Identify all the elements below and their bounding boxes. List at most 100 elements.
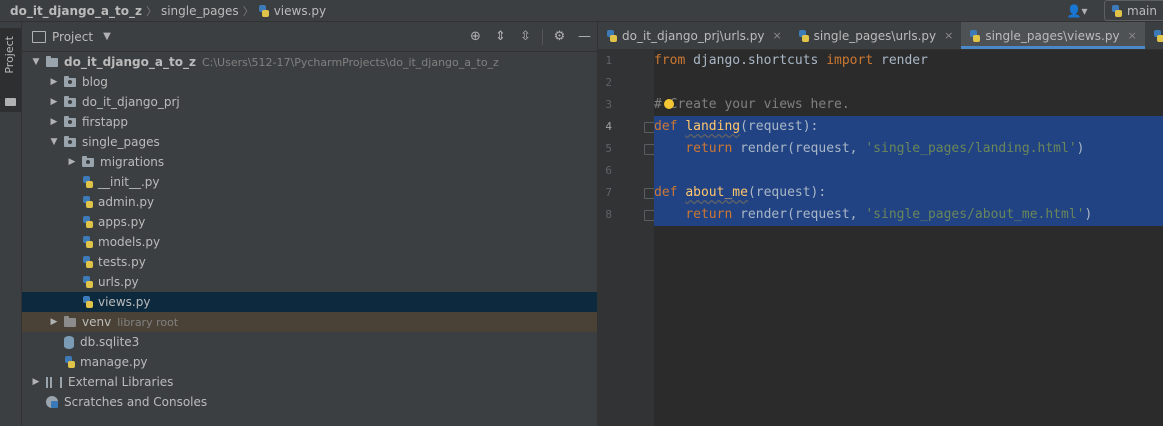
- toolbar-right: 👤▾ main: [1062, 0, 1163, 21]
- python-file-icon: [82, 176, 94, 188]
- tree-item[interactable]: Scratches and Consoles: [22, 392, 605, 412]
- python-file-icon: [82, 216, 94, 228]
- code-area[interactable]: from django.shortcuts import render # Cr…: [654, 50, 1163, 426]
- tree-item[interactable]: admin.py: [22, 192, 641, 212]
- tree-item[interactable]: db.sqlite3: [22, 332, 623, 352]
- chevron-down-icon[interactable]: ▼: [48, 137, 60, 147]
- hide-icon[interactable]: —: [572, 29, 597, 44]
- lightbulb-icon[interactable]: [664, 99, 674, 109]
- folder-icon: [64, 315, 76, 327]
- editor-tab-label: single_pages\urls.py: [813, 28, 937, 43]
- code-line-3[interactable]: # Create your views here.: [654, 94, 850, 116]
- line-number: 7: [605, 186, 612, 199]
- tree-item[interactable]: ▼ single_pages: [22, 132, 623, 152]
- close-icon[interactable]: ×: [944, 29, 953, 42]
- chevron-down-icon[interactable]: ▼: [103, 31, 111, 42]
- tree-item[interactable]: ▶ blog: [22, 72, 623, 92]
- package-folder-icon: [64, 135, 76, 147]
- chevron-right-icon[interactable]: ▶: [48, 97, 60, 107]
- navigation-bar: do_it_django_a_to_z 〉 single_pages 〉 vie…: [0, 0, 1163, 22]
- function-name: landing: [685, 119, 741, 134]
- breadcrumb-separator-icon: 〉: [242, 4, 254, 18]
- tree-item-label: tests.py: [98, 255, 146, 269]
- module-name: django.shortcuts: [685, 53, 827, 68]
- tree-item[interactable]: __init__.py: [22, 172, 641, 192]
- tree-item[interactable]: ▶ do_it_django_prj: [22, 92, 623, 112]
- chevron-right-icon[interactable]: ▶: [48, 77, 60, 87]
- tree-item[interactable]: ▶ migrations: [22, 152, 641, 172]
- library-icon: [46, 376, 62, 388]
- keyword: return: [685, 207, 733, 222]
- project-panel-header: Project ▼ ⊕ ⇕ ⇳ ⚙ —: [22, 22, 597, 52]
- package-folder-icon: [64, 95, 76, 107]
- run-configuration-label: main: [1127, 3, 1157, 18]
- tree-item[interactable]: ▶ firstapp: [22, 112, 623, 132]
- line-number: 3: [605, 98, 612, 111]
- close-icon[interactable]: ×: [772, 29, 781, 42]
- code-line-7[interactable]: def about_me(request):: [654, 182, 826, 204]
- line-number: 5: [605, 142, 612, 155]
- tree-item-label: External Libraries: [68, 375, 174, 389]
- tree-item[interactable]: manage.py: [22, 352, 623, 372]
- function-name: about_me: [685, 185, 748, 200]
- chevron-right-icon[interactable]: ▶: [66, 157, 78, 167]
- divider: [542, 28, 543, 45]
- tree-item-label: apps.py: [98, 215, 146, 229]
- tool-window-strip: Project: [0, 22, 22, 426]
- code-line-8[interactable]: return render(request, 'single_pages/abo…: [654, 204, 1092, 226]
- editor-tab-label: do_it_django_prj\urls.py: [622, 28, 765, 43]
- tree-item[interactable]: views.py: [22, 292, 641, 312]
- tree-item-hint: library root: [117, 315, 179, 329]
- close-icon[interactable]: ×: [1128, 29, 1137, 42]
- user-account-button[interactable]: 👤▾: [1062, 0, 1092, 21]
- breadcrumb-separator-icon: 〉: [145, 4, 157, 18]
- locate-file-icon[interactable]: ⊕: [463, 29, 488, 44]
- tree-item-label: admin.py: [98, 195, 155, 209]
- project-view-selector[interactable]: Project: [52, 30, 93, 44]
- tree-item-label: single_pages: [82, 135, 160, 149]
- editor-tab[interactable]: do_it_django_prj\urls.py ×: [598, 22, 790, 49]
- collapse-all-icon[interactable]: ⇳: [513, 29, 538, 44]
- code-line-4[interactable]: def landing(request):: [654, 116, 818, 138]
- line-number-gutter: 1 2 3 4 5 6 7 8: [598, 50, 655, 426]
- tree-item[interactable]: urls.py: [22, 272, 641, 292]
- code-line-5[interactable]: return render(request, 'single_pages/lan…: [654, 138, 1084, 160]
- editor-tab[interactable]: single_pages\urls.py ×: [790, 22, 962, 49]
- project-tool-window-button[interactable]: Project: [0, 28, 21, 112]
- code-line-1[interactable]: from django.shortcuts import render: [654, 50, 928, 72]
- tree-item[interactable]: ▼ do_it_django_a_to_z C:\Users\512-17\Pych…: [22, 52, 605, 72]
- tree-item[interactable]: ▶ External Libraries: [22, 372, 605, 392]
- project-panel-actions: ⊕ ⇕ ⇳ ⚙ —: [463, 22, 597, 51]
- tree-item-label: blog: [82, 75, 108, 89]
- line-number: 1: [605, 54, 612, 67]
- breadcrumb-file[interactable]: views.py: [274, 4, 326, 18]
- chevron-right-icon[interactable]: ▶: [30, 377, 42, 387]
- editor-tab[interactable]: single_pages\views.py ×: [961, 22, 1146, 49]
- chevron-down-icon[interactable]: ▼: [30, 57, 42, 67]
- line-number: 4: [605, 120, 612, 133]
- chevron-right-icon[interactable]: ▶: [48, 117, 60, 127]
- breadcrumb-folder[interactable]: single_pages: [161, 4, 239, 18]
- python-file-icon: [64, 356, 76, 368]
- tree-item-label: __init__.py: [98, 175, 160, 189]
- python-file-icon: [82, 276, 94, 288]
- tree-item[interactable]: models.py: [22, 232, 641, 252]
- python-file-icon: [82, 236, 94, 248]
- tree-item-label: models.py: [98, 235, 161, 249]
- tree-item-label: manage.py: [80, 355, 148, 369]
- editor-tab-label: single_pages\views.py: [985, 28, 1120, 43]
- line-number: 8: [605, 208, 612, 221]
- tree-item[interactable]: apps.py: [22, 212, 641, 232]
- chevron-right-icon[interactable]: ▶: [48, 317, 60, 327]
- breadcrumb-root[interactable]: do_it_django_a_to_z: [10, 4, 142, 18]
- keyword: return: [685, 141, 733, 156]
- package-folder-icon: [82, 155, 94, 167]
- breadcrumb: do_it_django_a_to_z 〉 single_pages 〉 vie…: [0, 0, 326, 21]
- run-configuration-selector[interactable]: main: [1104, 0, 1163, 21]
- expand-all-icon[interactable]: ⇕: [488, 29, 513, 44]
- tree-item[interactable]: tests.py: [22, 252, 641, 272]
- gear-icon[interactable]: ⚙: [547, 29, 572, 44]
- editor-tab[interactable]: blog: [1145, 22, 1163, 49]
- tree-item[interactable]: ▶ venv library root: [22, 312, 623, 332]
